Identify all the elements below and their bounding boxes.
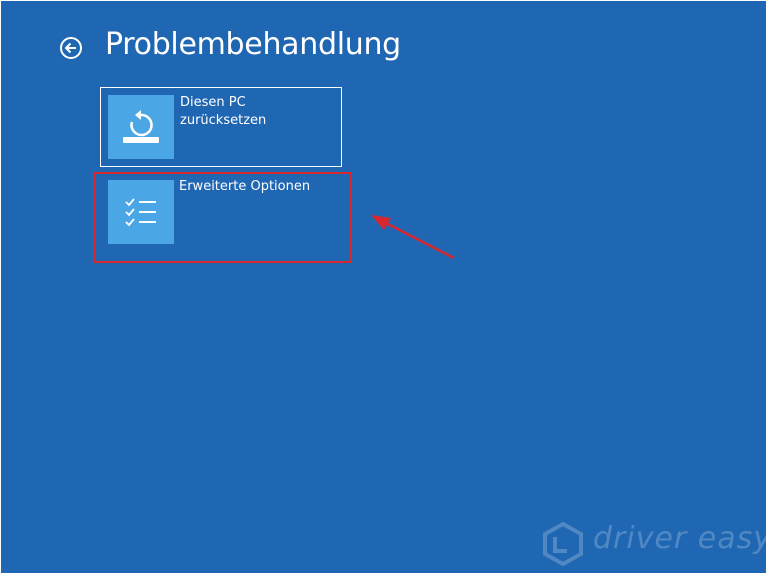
advanced-options-label: Erweiterte Optionen bbox=[179, 179, 311, 194]
back-arrow-icon bbox=[60, 37, 82, 59]
back-button[interactable] bbox=[59, 36, 83, 60]
troubleshoot-screen: Problembehandlung Diesen PC zurücksetzen bbox=[1, 1, 766, 573]
reset-pc-icon bbox=[108, 95, 174, 159]
reset-pc-label: Diesen PC zurücksetzen bbox=[180, 94, 335, 130]
reset-pc-label-line2: zurücksetzen bbox=[180, 113, 267, 128]
annotation-arrow-icon bbox=[371, 215, 455, 260]
watermark: driver easy bbox=[541, 521, 766, 570]
advanced-options-tile[interactable]: Erweiterte Optionen bbox=[100, 173, 342, 253]
reset-pc-label-line1: Diesen PC bbox=[180, 95, 246, 110]
checklist-icon bbox=[108, 180, 174, 244]
driver-easy-logo-icon bbox=[543, 521, 583, 567]
watermark-text: driver easy bbox=[593, 521, 766, 556]
reset-pc-tile[interactable]: Diesen PC zurücksetzen bbox=[100, 87, 342, 167]
page-title: Problembehandlung bbox=[105, 27, 401, 62]
